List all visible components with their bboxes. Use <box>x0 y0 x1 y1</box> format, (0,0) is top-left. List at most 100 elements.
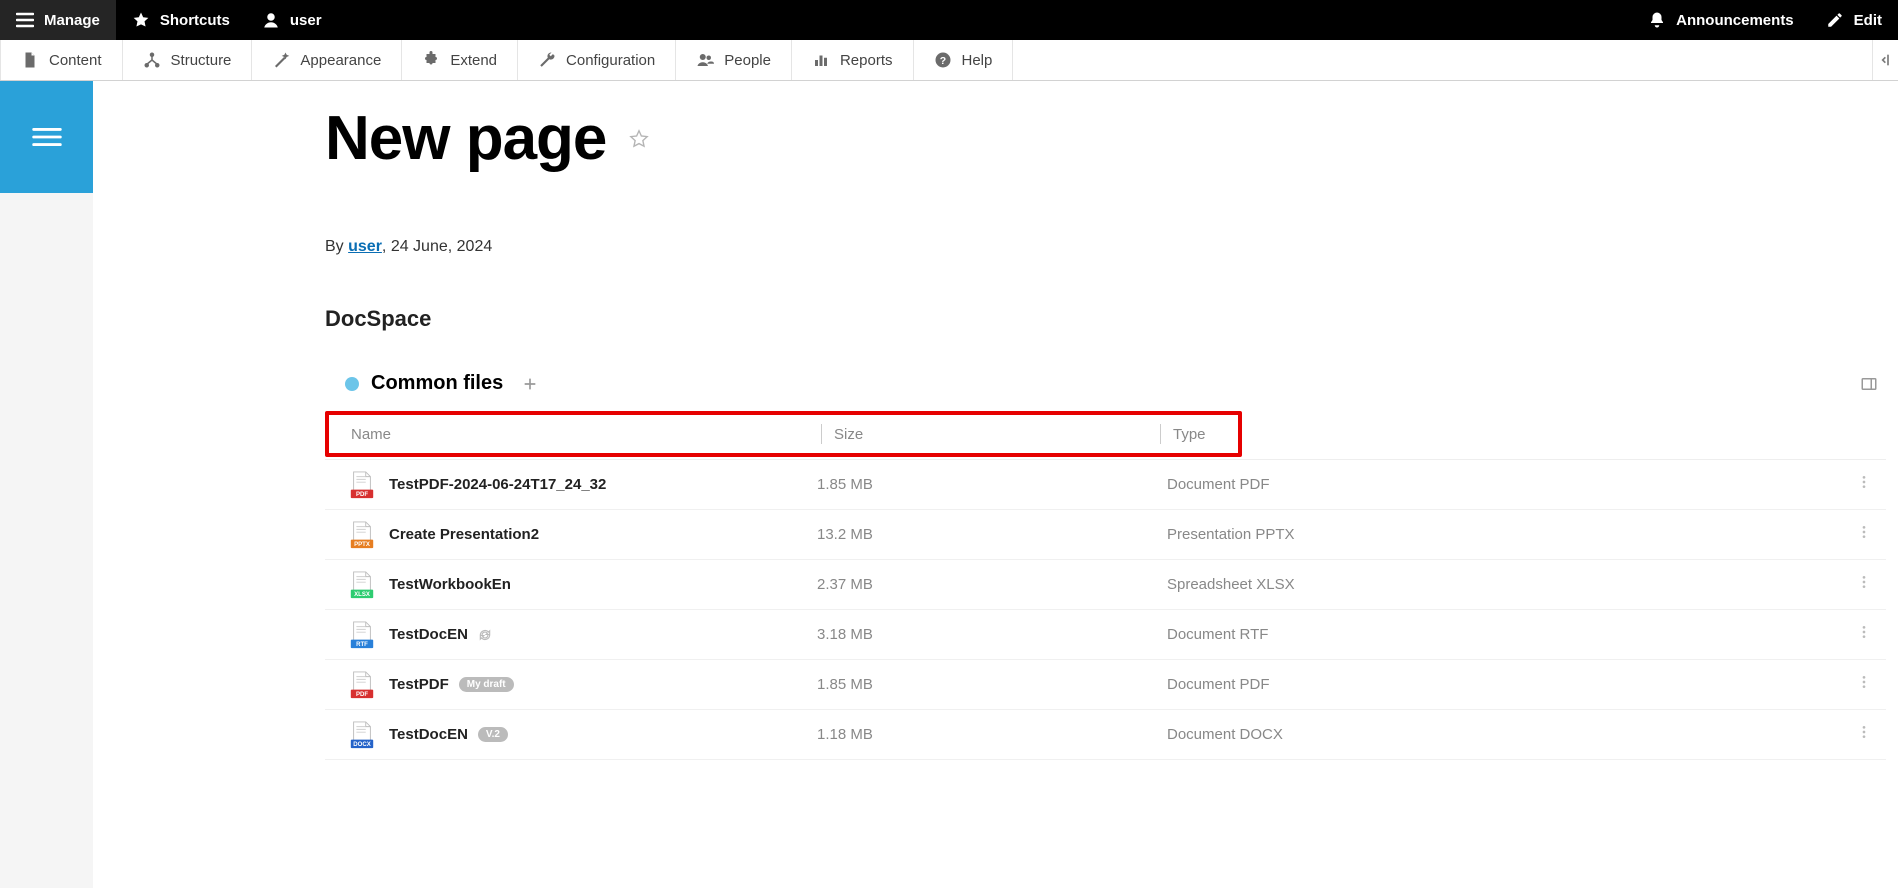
panel-icon <box>1860 375 1878 393</box>
adminmenu-people[interactable]: People <box>676 40 792 80</box>
file-type: Document PDF <box>1167 476 1512 493</box>
more-vertical-icon <box>1856 574 1872 590</box>
svg-text:PPTX: PPTX <box>354 542 370 548</box>
adminmenu-help-label: Help <box>962 52 993 69</box>
adminmenu-content[interactable]: Content <box>0 40 123 80</box>
file-list: PDF TestPDF-2024-06-24T17_24_321.85 MBDo… <box>325 459 1886 760</box>
byline-date: 24 June, 2024 <box>391 238 492 255</box>
row-more-button[interactable] <box>1850 474 1878 495</box>
more-vertical-icon <box>1856 624 1872 640</box>
svg-text:DOCX: DOCX <box>353 742 370 748</box>
row-more-button[interactable] <box>1850 574 1878 595</box>
adminmenu-structure[interactable]: Structure <box>123 40 253 80</box>
user-label: user <box>290 12 322 29</box>
collapse-menu-button[interactable] <box>1872 40 1898 80</box>
pencil-icon <box>1826 11 1844 29</box>
edit-button[interactable]: Edit <box>1810 0 1898 40</box>
file-name[interactable]: TestWorkbookEn <box>389 576 511 593</box>
svg-text:?: ? <box>939 55 945 67</box>
adminmenu-reports[interactable]: Reports <box>792 40 914 80</box>
file-name[interactable]: TestPDF-2024-06-24T17_24_32 <box>389 476 606 493</box>
file-badge: V.2 <box>478 727 508 742</box>
edit-label: Edit <box>1854 12 1882 29</box>
more-vertical-icon <box>1856 524 1872 540</box>
sidebar-menu-button[interactable] <box>0 81 93 193</box>
sidebar <box>0 81 93 888</box>
bar-chart-icon <box>812 51 830 69</box>
adminmenu-configuration[interactable]: Configuration <box>518 40 676 80</box>
puzzle-icon <box>422 51 440 69</box>
hamburger-icon <box>16 11 34 29</box>
xlsx-file-icon: XLSX <box>349 571 375 599</box>
column-header-type[interactable]: Type <box>1173 426 1228 443</box>
byline: By user, 24 June, 2024 <box>325 238 1886 256</box>
docspace-title: Common files <box>371 372 503 395</box>
shortcuts-label: Shortcuts <box>160 12 230 29</box>
file-icon <box>21 51 39 69</box>
panel-toggle-button[interactable] <box>1860 375 1878 393</box>
page-body: New page By user, 24 June, 2024 DocSpace… <box>0 81 1898 888</box>
adminmenu-reports-label: Reports <box>840 52 893 69</box>
row-more-button[interactable] <box>1850 674 1878 695</box>
file-name[interactable]: TestDocEN <box>389 726 468 743</box>
byline-author-link[interactable]: user <box>348 238 382 255</box>
pdf-file-icon: PDF <box>349 471 375 499</box>
column-header-size[interactable]: Size <box>834 426 1160 443</box>
shortcuts-button[interactable]: Shortcuts <box>116 0 246 40</box>
file-size: 1.85 MB <box>817 676 1167 693</box>
row-more-button[interactable] <box>1850 624 1878 645</box>
docspace: Common files Name Size Type <box>325 372 1886 760</box>
section-heading: DocSpace <box>325 306 1886 332</box>
table-row[interactable]: XLSX TestWorkbookEn2.37 MBSpreadsheet XL… <box>325 560 1886 610</box>
table-row[interactable]: PDF TestPDF-2024-06-24T17_24_321.85 MBDo… <box>325 460 1886 510</box>
table-row[interactable]: DOCX TestDocENV.21.18 MBDocument DOCX <box>325 710 1886 760</box>
topbar: Manage Shortcuts user Announcements Edit <box>0 0 1898 40</box>
svg-text:RTF: RTF <box>356 642 368 648</box>
file-type: Spreadsheet XLSX <box>1167 576 1512 593</box>
adminmenu-extend[interactable]: Extend <box>402 40 518 80</box>
admin-menu: Content Structure Appearance Extend Conf… <box>0 40 1898 81</box>
adminmenu-appearance-label: Appearance <box>300 52 381 69</box>
file-type: Document PDF <box>1167 676 1512 693</box>
docx-file-icon: DOCX <box>349 721 375 749</box>
file-name[interactable]: Create Presentation2 <box>389 526 539 543</box>
table-row[interactable]: RTF TestDocEN 3.18 MBDocument RTF <box>325 610 1886 660</box>
pptx-file-icon: PPTX <box>349 521 375 549</box>
file-name[interactable]: TestPDF <box>389 676 449 693</box>
column-separator <box>1160 424 1161 444</box>
row-more-button[interactable] <box>1850 524 1878 545</box>
file-type: Document RTF <box>1167 626 1512 643</box>
adminmenu-configuration-label: Configuration <box>566 52 655 69</box>
file-size: 13.2 MB <box>817 526 1167 543</box>
file-name-cell: Create Presentation2 <box>389 526 817 543</box>
file-type: Presentation PPTX <box>1167 526 1512 543</box>
file-name-cell: TestDocEN <box>389 626 817 643</box>
table-row[interactable]: PPTX Create Presentation2 13.2 MBPresenta… <box>325 510 1886 560</box>
file-badge: My draft <box>459 677 514 692</box>
column-header-name[interactable]: Name <box>351 426 821 443</box>
star-outline-icon <box>628 128 650 150</box>
add-file-button[interactable] <box>521 375 539 393</box>
row-more-button[interactable] <box>1850 724 1878 745</box>
file-name[interactable]: TestDocEN <box>389 626 468 643</box>
docspace-header: Common files <box>325 372 1886 395</box>
user-button[interactable]: user <box>246 0 338 40</box>
announcements-button[interactable]: Announcements <box>1632 0 1810 40</box>
plus-icon <box>522 376 538 392</box>
manage-button[interactable]: Manage <box>0 0 116 40</box>
file-name-cell: TestPDF My draft <box>389 676 817 693</box>
more-vertical-icon <box>1856 724 1872 740</box>
table-row[interactable]: PDF TestPDFMy draft1.85 MBDocument PDF <box>325 660 1886 710</box>
help-icon: ? <box>934 51 952 69</box>
hamburger-lines-icon <box>28 118 66 156</box>
user-icon <box>262 11 280 29</box>
manage-label: Manage <box>44 12 100 29</box>
file-size: 1.18 MB <box>817 726 1167 743</box>
file-size: 3.18 MB <box>817 626 1167 643</box>
favorite-star-button[interactable] <box>628 128 650 150</box>
adminmenu-appearance[interactable]: Appearance <box>252 40 402 80</box>
table-header-row: Name Size Type <box>325 411 1242 457</box>
adminmenu-help[interactable]: ? Help <box>914 40 1014 80</box>
collapse-icon <box>1878 52 1894 68</box>
byline-sep: , <box>382 238 391 255</box>
